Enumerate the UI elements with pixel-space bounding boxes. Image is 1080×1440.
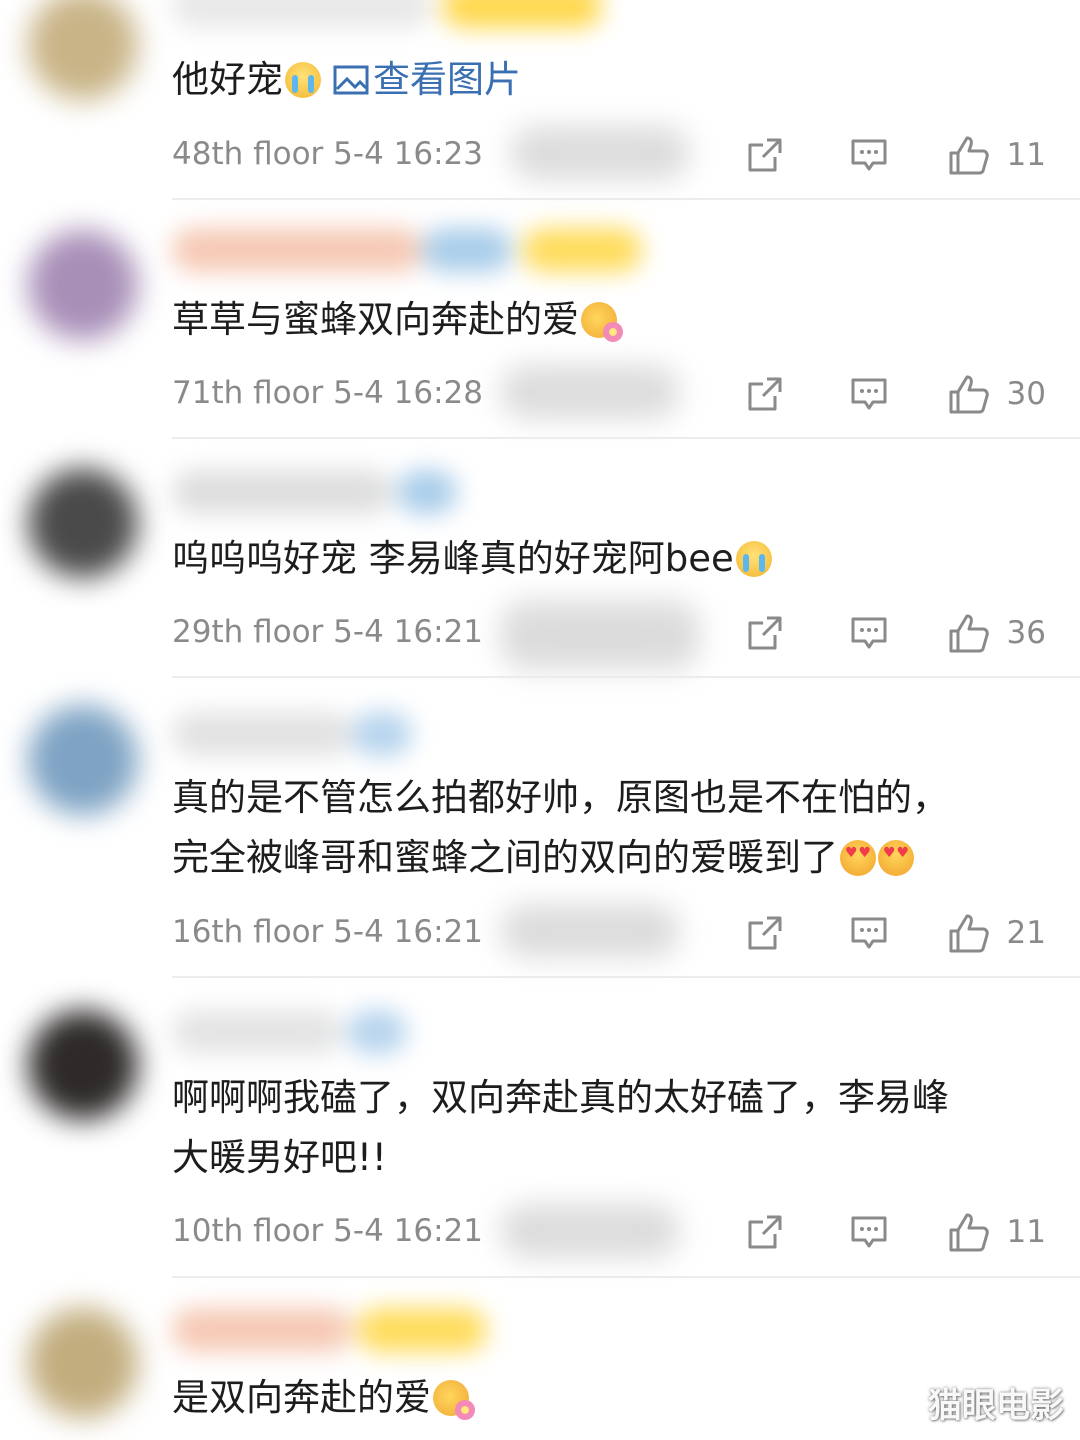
comment-meta: 48th floor 5-4 16:23 xyxy=(172,136,483,172)
avatar[interactable] xyxy=(28,1010,138,1120)
flower-face-icon xyxy=(433,1380,475,1420)
reply-button[interactable] xyxy=(849,613,889,653)
thumbs-up-icon xyxy=(947,133,991,177)
share-button[interactable] xyxy=(745,374,785,414)
divider xyxy=(172,437,1080,439)
comment-text: 是双向奔赴的爱 xyxy=(172,1368,1032,1428)
like-button[interactable]: 11 xyxy=(947,133,1046,177)
flower-face-icon xyxy=(581,302,623,342)
like-count: 36 xyxy=(1006,615,1046,651)
thumbs-up-icon xyxy=(947,611,991,655)
share-button[interactable] xyxy=(745,1212,785,1252)
avatar[interactable] xyxy=(28,705,138,815)
like-count: 11 xyxy=(1006,1214,1046,1250)
comment-text: 呜呜呜好宠 李易峰真的好宠阿bee xyxy=(172,529,1032,589)
image-icon xyxy=(333,65,369,95)
avatar[interactable] xyxy=(28,0,138,100)
divider xyxy=(172,976,1080,978)
comment-text: 啊啊啊我磕了，双向奔赴真的太好磕了，李易峰 大暖男好吧!! xyxy=(172,1076,949,1179)
loudly-crying-face-icon xyxy=(285,62,321,98)
avatar[interactable] xyxy=(28,230,138,340)
reply-icon xyxy=(849,1212,889,1252)
comment-meta: 71th floor 5-4 16:28 xyxy=(172,375,483,411)
username-blurred[interactable] xyxy=(172,1010,412,1054)
comment-meta: 29th floor 5-4 16:21 xyxy=(172,614,483,650)
like-button[interactable]: 21 xyxy=(947,911,1046,955)
thumbs-up-icon xyxy=(947,911,991,955)
comment-meta: 16th floor 5-4 16:21 xyxy=(172,914,483,950)
username-blurred[interactable] xyxy=(172,712,412,756)
thumbs-up-icon xyxy=(947,1210,991,1254)
like-button[interactable]: 30 xyxy=(947,372,1046,416)
comment-text: 他好宠 查看图片 xyxy=(172,58,521,101)
reply-icon xyxy=(849,135,889,175)
like-count: 11 xyxy=(1006,137,1046,173)
watermark: 猫眼电影 xyxy=(928,1386,1064,1426)
thumbs-up-icon xyxy=(947,372,991,416)
comment-text: 真的是不管怎么拍都好帅，原图也是不在怕的， 完全被峰哥和蜜蜂之间的双向的爱暖到了 xyxy=(172,768,1032,888)
share-icon xyxy=(745,913,785,953)
share-icon xyxy=(745,374,785,414)
location-blurred xyxy=(500,1204,680,1258)
divider xyxy=(172,198,1080,200)
like-count: 21 xyxy=(1006,915,1046,951)
loudly-crying-face-icon xyxy=(735,541,772,577)
share-icon xyxy=(745,613,785,653)
comment-meta: 10th floor 5-4 16:21 xyxy=(172,1213,483,1249)
username-blurred[interactable] xyxy=(172,470,462,514)
reply-button[interactable] xyxy=(849,1212,889,1252)
heart-eyes-face-icon xyxy=(840,840,876,876)
reply-button[interactable] xyxy=(849,135,889,175)
reply-button[interactable] xyxy=(849,913,889,953)
divider xyxy=(172,676,1080,678)
reply-button[interactable] xyxy=(849,374,889,414)
view-image-link[interactable]: 查看图片 xyxy=(333,58,521,101)
share-button[interactable] xyxy=(745,135,785,175)
avatar[interactable] xyxy=(28,1308,138,1418)
username-blurred[interactable] xyxy=(172,0,602,28)
location-blurred xyxy=(500,365,680,419)
location-blurred xyxy=(510,126,690,180)
like-button[interactable]: 11 xyxy=(947,1210,1046,1254)
username-blurred[interactable] xyxy=(172,228,642,272)
username-blurred[interactable] xyxy=(172,1308,492,1352)
reply-icon xyxy=(849,613,889,653)
share-button[interactable] xyxy=(745,913,785,953)
reply-icon xyxy=(849,913,889,953)
divider xyxy=(172,1276,1080,1278)
location-blurred xyxy=(500,904,680,958)
location-blurred xyxy=(500,600,700,670)
avatar[interactable] xyxy=(28,468,138,578)
reply-icon xyxy=(849,374,889,414)
like-count: 30 xyxy=(1006,376,1046,412)
share-button[interactable] xyxy=(745,613,785,653)
comment-text: 草草与蜜蜂双向奔赴的爱 xyxy=(172,290,1032,350)
like-button[interactable]: 36 xyxy=(947,611,1046,655)
share-icon xyxy=(745,135,785,175)
share-icon xyxy=(745,1212,785,1252)
heart-eyes-face-icon xyxy=(878,840,914,876)
